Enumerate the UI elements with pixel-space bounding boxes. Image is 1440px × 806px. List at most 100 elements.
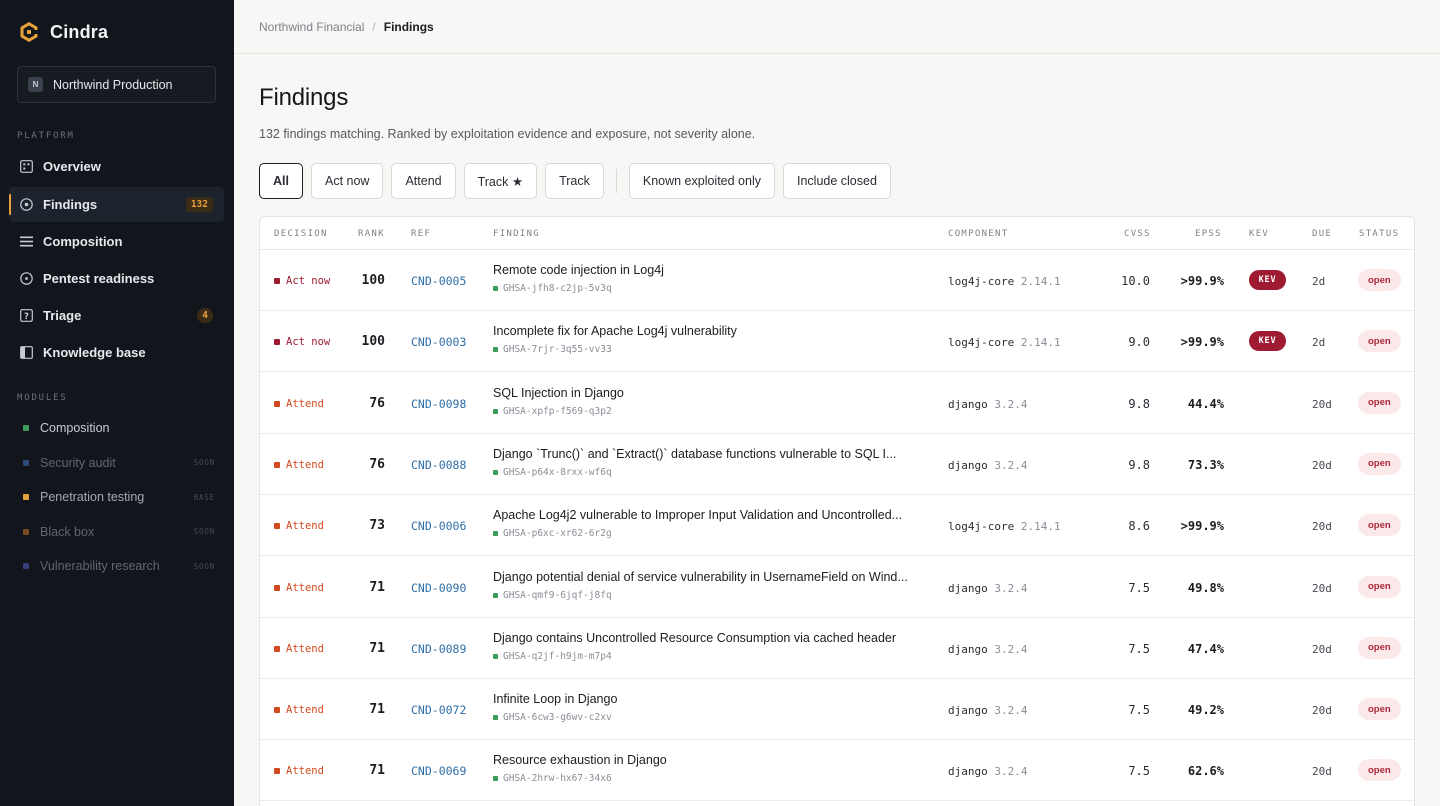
due-cell: 20d	[1312, 458, 1332, 472]
component-name: log4j-core	[948, 275, 1015, 288]
table-row[interactable]: Attend 71 CND-0090 Django potential denial …	[260, 557, 1414, 618]
header-ref[interactable]: REF	[411, 229, 431, 239]
finding-cell[interactable]: Resource exhaustion in Django GHSA-2hrw-h…	[493, 753, 933, 784]
ref-link[interactable]: CND-0005	[411, 274, 466, 288]
finding-title[interactable]: Apache Log4j2 vulnerable to Improper Inp…	[493, 508, 933, 522]
findings-table: DECISION RANK REF FINDING COMPONENT CVSS…	[259, 216, 1415, 806]
finding-cell[interactable]: Django contains Uncontrolled Resource Co…	[493, 631, 933, 662]
status-badge: open	[1358, 269, 1401, 291]
table-row[interactable]: Attend 76 CND-0088 Django `Trunc()` and `Ex…	[260, 434, 1414, 495]
decision-cell: Attend	[274, 765, 324, 777]
finding-cell[interactable]: SQL Injection in Django GHSA-xpfp-f569-q3…	[493, 386, 933, 417]
filter-act-now[interactable]: Act now	[310, 163, 384, 199]
ref-link[interactable]: CND-0088	[411, 458, 466, 472]
status-badge: open	[1358, 636, 1401, 659]
brand[interactable]: Cindra	[18, 18, 108, 46]
advisory-id: GHSA-6cw3-g6wv-c2xv	[493, 712, 933, 723]
ref-link[interactable]: CND-0090	[411, 581, 466, 595]
ref-link[interactable]: CND-0098	[411, 397, 466, 411]
epss-cell: >99.9%	[1180, 519, 1224, 534]
toggle-known-exploited-only[interactable]: Known exploited only	[628, 163, 775, 199]
filter-all[interactable]: All	[259, 163, 303, 199]
decision-cell: Attend	[274, 398, 324, 410]
nav-item-knowledge-base[interactable]: Knowledge base	[9, 335, 224, 370]
component-name: django	[948, 458, 988, 472]
ref-link[interactable]: CND-0003	[411, 335, 466, 349]
component-cell: django 3.2.4	[948, 459, 1028, 472]
status-badge: open	[1358, 514, 1401, 537]
finding-cell[interactable]: Remote code injection in Log4j GHSA-jfh8-…	[493, 263, 933, 294]
rank-cell: 76	[369, 456, 385, 472]
target-icon	[20, 198, 33, 211]
ref-link[interactable]: CND-0006	[411, 519, 466, 533]
header-component[interactable]: COMPONENT	[948, 229, 1008, 239]
decision-marker	[274, 645, 280, 652]
finding-title[interactable]: Infinite Loop in Django	[493, 692, 933, 706]
finding-cell[interactable]: Apache Log4j2 vulnerable to Improper Inp…	[493, 508, 933, 539]
header-rank[interactable]: RANK	[358, 229, 385, 239]
decision-cell: Act now	[274, 336, 330, 348]
finding-title[interactable]: Remote code injection in Log4j	[493, 263, 933, 277]
header-decision[interactable]: DECISION	[274, 229, 328, 239]
sidebar: Cindra N Northwind Production PLATFORM O…	[0, 0, 234, 806]
epss-cell: >99.9%	[1180, 335, 1224, 350]
decision-label: Attend	[286, 704, 324, 717]
filter-attend[interactable]: Attend	[391, 163, 456, 199]
finding-title[interactable]: Django `Trunc()` and `Extract()` databas…	[493, 447, 933, 461]
decision-marker	[274, 461, 280, 468]
filter-track[interactable]: Track	[545, 163, 604, 199]
status-badge: open	[1358, 698, 1401, 721]
rank-cell: 100	[361, 273, 385, 288]
nav-item-pentest-readiness[interactable]: Pentest readiness	[9, 261, 224, 296]
header-status[interactable]: STATUS	[1359, 229, 1399, 239]
decision-label: Attend	[286, 520, 324, 533]
table-row[interactable]: Attend 71 CND-0089 Django contains Uncontro…	[260, 618, 1414, 679]
finding-title[interactable]: Django contains Uncontrolled Resource Co…	[493, 631, 933, 645]
module-item[interactable]: Black box SOON	[23, 522, 215, 542]
module-item[interactable]: Security audit SOON	[23, 453, 215, 473]
nav-item-findings[interactable]: Findings 132	[9, 187, 224, 222]
finding-cell[interactable]: Django potential denial of service vulne…	[493, 570, 933, 601]
nav-item-triage[interactable]: ? Triage 4	[9, 298, 224, 333]
workspace-switcher[interactable]: N Northwind Production	[17, 66, 216, 103]
decision-marker	[274, 768, 280, 775]
header-cvss[interactable]: CVSS	[1124, 229, 1151, 239]
rank-cell: 100	[361, 334, 385, 350]
nav-item-overview[interactable]: Overview	[9, 149, 224, 184]
table-header: DECISION RANK REF FINDING COMPONENT CVSS…	[260, 217, 1414, 250]
finding-cell[interactable]: Infinite Loop in Django GHSA-6cw3-g6wv-c2…	[493, 692, 933, 723]
rank-cell: 76	[369, 395, 385, 411]
header-due[interactable]: DUE	[1312, 229, 1332, 239]
module-item[interactable]: Penetration testing BASE	[23, 487, 215, 507]
nav-item-composition[interactable]: Composition	[9, 224, 224, 259]
nav-item-label: Overview	[43, 159, 101, 174]
ref-link[interactable]: CND-0069	[411, 764, 466, 778]
module-item[interactable]: Composition	[23, 418, 215, 438]
finding-title[interactable]: SQL Injection in Django	[493, 386, 933, 400]
module-item[interactable]: Vulnerability research SOON	[23, 556, 215, 576]
finding-cell[interactable]: Incomplete fix for Apache Log4j vulnerab…	[493, 324, 933, 355]
table-row[interactable]: Attend 73 CND-0006 Apache Log4j2 vulnerable…	[260, 495, 1414, 557]
finding-title[interactable]: Django potential denial of service vulne…	[493, 570, 933, 584]
header-kev[interactable]: KEV	[1249, 229, 1269, 239]
component-name: log4j-core	[948, 336, 1015, 350]
breadcrumb-parent[interactable]: Northwind Financial	[259, 20, 364, 34]
decision-marker	[274, 278, 280, 284]
finding-title[interactable]: Resource exhaustion in Django	[493, 753, 933, 767]
ref-link[interactable]: CND-0072	[411, 703, 466, 717]
advisory-id: GHSA-p64x-8rxx-wf6q	[493, 467, 933, 478]
toggle-include-closed[interactable]: Include closed	[783, 163, 891, 199]
header-finding[interactable]: FINDING	[493, 229, 540, 239]
finding-cell[interactable]: Django `Trunc()` and `Extract()` databas…	[493, 447, 933, 478]
header-epss[interactable]: EPSS	[1195, 229, 1222, 239]
table-row[interactable]: Act now 100 CND-0005 Remote code injection …	[260, 250, 1414, 311]
ref-link[interactable]: CND-0089	[411, 642, 466, 656]
filter-divider	[615, 169, 617, 193]
table-row[interactable]: Attend 76 CND-0098 SQL Injection in Django G…	[260, 373, 1414, 434]
table-row[interactable]: Act now 100 CND-0003 Incomplete fix for Apa…	[260, 311, 1414, 373]
finding-title[interactable]: Incomplete fix for Apache Log4j vulnerab…	[493, 324, 933, 338]
table-row[interactable]: Attend 71 CND-0069 Resource exhaustion in D…	[260, 740, 1414, 802]
filter-track-star[interactable]: Track ★	[463, 163, 538, 199]
table-row[interactable]: Attend 71 CND-0072 Infinite Loop in Django G…	[260, 679, 1414, 741]
nav-item-label: Triage	[43, 308, 82, 323]
